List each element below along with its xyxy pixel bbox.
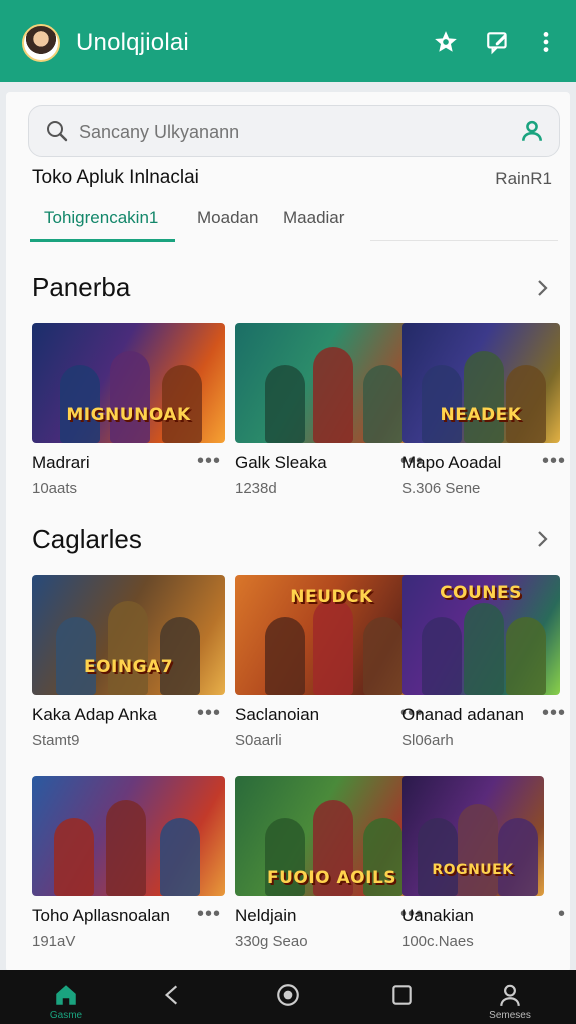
game-card[interactable]: NEADEK Mapo Aoadal ••• S.306 Sene [402, 323, 565, 503]
star-icon[interactable] [432, 28, 460, 56]
game-card[interactable]: COUNES Onanad adanan ••• Sl06arh [402, 575, 565, 755]
game-thumbnail [32, 776, 225, 896]
bottom-nav: Gasme Semeses [0, 970, 576, 1024]
game-meta: Stamt9 [32, 732, 80, 749]
subheading: Toko Apluk Inlnaclai [32, 167, 199, 188]
game-card[interactable]: Toho Apllasnoalan ••• 191aV [32, 776, 227, 956]
game-card[interactable]: FUOIO AOILS Neldjain ••• 330g Seao [235, 776, 430, 956]
nav-back[interactable] [142, 982, 202, 1022]
nav-profile[interactable]: Semeses [480, 982, 540, 1022]
game-title: Mapo Aoadal [402, 453, 502, 472]
game-title: Onanad adanan [402, 705, 524, 724]
game-title: Kaka Adap Anka [32, 705, 157, 724]
app-bar: Unolqjiolai [0, 0, 576, 82]
game-title: Neldjain [235, 906, 297, 925]
app-title: Unolqjiolai [76, 29, 189, 56]
nav-recents[interactable] [372, 982, 432, 1022]
person-icon [500, 984, 520, 1006]
back-icon [164, 985, 178, 1005]
game-thumbnail: NEUDCK [235, 575, 428, 695]
game-meta: 100c.Naes [402, 933, 474, 950]
account-icon[interactable] [519, 118, 545, 149]
chat-edit-icon[interactable] [484, 28, 512, 56]
nav-home-label: Gasme [49, 1010, 83, 1021]
circle-icon [277, 984, 299, 1006]
game-card[interactable]: MIGNUNOAK Madrari ••• 10aats [32, 323, 227, 503]
more-horiz-icon[interactable]: ••• [542, 702, 566, 725]
game-meta: 191aV [32, 933, 76, 950]
game-card[interactable]: NEUDCK Saclanoian ••• S0aarli [235, 575, 430, 755]
chevron-right-icon[interactable] [532, 529, 552, 549]
tab-bar: Tohigrencakin1 Moadan Maadiar [28, 202, 558, 244]
game-thumbnail: EOINGA7 [32, 575, 225, 695]
game-thumbnail: COUNES [402, 575, 560, 695]
game-title: Madrari [32, 453, 90, 472]
game-title: Saclanoian [235, 705, 320, 724]
game-thumbnail: ROGNUEK [402, 776, 544, 896]
more-vert-icon[interactable] [532, 28, 560, 56]
more-horiz-icon[interactable]: ••• [542, 450, 566, 473]
section-title: Panerba [32, 272, 131, 302]
more-horiz-icon[interactable]: ••• [197, 702, 221, 725]
more-horiz-icon[interactable]: ••• [197, 903, 221, 926]
game-meta: S.306 Sene [402, 480, 481, 497]
home-icon [56, 985, 76, 1005]
tab-indicator [30, 239, 175, 242]
game-title: Toho Apllasnoalan [32, 906, 171, 925]
game-meta: 1238d [235, 480, 277, 497]
nav-home[interactable]: Gasme [36, 982, 96, 1022]
game-meta: S0aarli [235, 732, 282, 749]
section-title: Caglarles [32, 524, 142, 554]
avatar[interactable] [22, 24, 60, 62]
nav-profile-label: Semeses [489, 1010, 531, 1021]
game-thumbnail: NEADEK [402, 323, 560, 443]
game-card[interactable]: ROGNUEK Uanakian • 100c.Naes [402, 776, 565, 956]
more-horiz-icon[interactable]: ••• [197, 450, 221, 473]
nav-home-button[interactable] [258, 982, 318, 1022]
tab-primary[interactable]: Tohigrencakin1 [44, 208, 158, 228]
square-icon [392, 985, 412, 1005]
chevron-right-icon[interactable] [532, 278, 552, 298]
search-icon [45, 119, 69, 148]
search-input[interactable] [79, 118, 479, 146]
game-thumbnail [235, 323, 428, 443]
game-card[interactable]: EOINGA7 Kaka Adap Anka ••• Stamt9 [32, 575, 227, 755]
game-meta: 330g Seao [235, 933, 308, 950]
divider [370, 240, 558, 241]
more-horiz-icon[interactable]: • [558, 903, 566, 926]
tab-second[interactable]: Moadan [197, 208, 258, 228]
search-bar [28, 105, 560, 157]
game-meta: Sl06arh [402, 732, 454, 749]
game-card[interactable]: Galk Sleaka ••• 1238d [235, 323, 430, 503]
game-title: Uanakian [402, 906, 474, 925]
game-meta: 10aats [32, 480, 78, 497]
subheading-right[interactable]: RainR1 [495, 169, 552, 189]
game-title: Galk Sleaka [235, 453, 327, 472]
tab-third[interactable]: Maadiar [283, 208, 344, 228]
game-thumbnail: FUOIO AOILS [235, 776, 428, 896]
game-thumbnail: MIGNUNOAK [32, 323, 225, 443]
